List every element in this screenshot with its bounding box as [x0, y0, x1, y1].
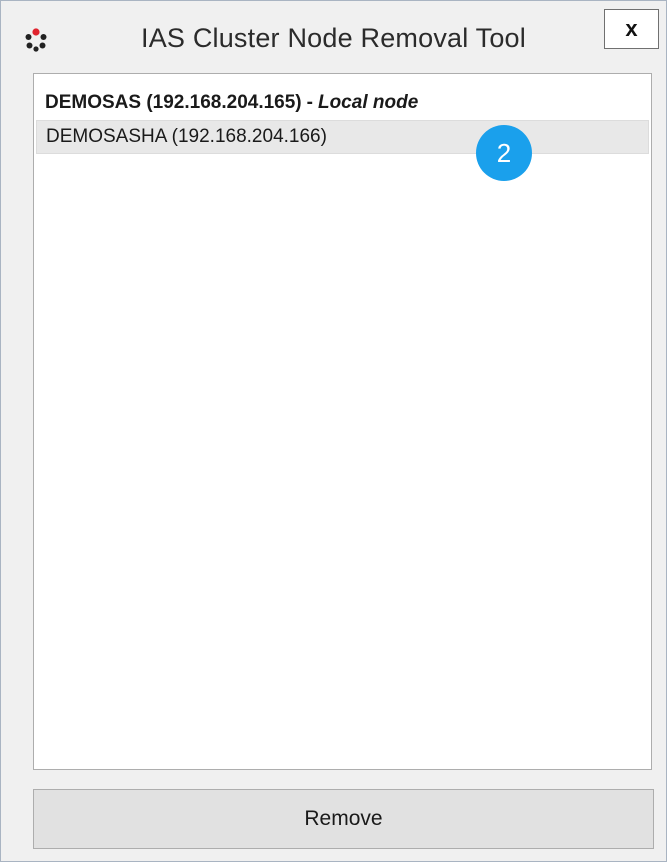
node-name: DEMOSAS (192.168.204.165)	[45, 92, 302, 113]
list-item-selected-node[interactable]: DEMOSASHA (192.168.204.166)	[36, 120, 649, 154]
local-node-tag: Local node	[317, 92, 419, 113]
window-title: IAS Cluster Node Removal Tool	[141, 23, 526, 53]
node-name: DEMOSASHA (192.168.204.166)	[46, 126, 327, 147]
remove-button[interactable]: Remove	[33, 789, 654, 849]
close-button[interactable]: x	[604, 9, 659, 49]
title-bar: IAS Cluster Node Removal Tool x	[1, 1, 666, 71]
close-icon: x	[625, 16, 638, 41]
dialog-window: IAS Cluster Node Removal Tool x DEMOSAS …	[0, 0, 667, 862]
node-separator: -	[306, 92, 313, 113]
node-list[interactable]: DEMOSAS (192.168.204.165) - Local node D…	[33, 73, 652, 770]
list-item-local-node[interactable]: DEMOSAS (192.168.204.165) - Local node	[36, 86, 649, 120]
step-number-badge: 2	[476, 125, 532, 181]
